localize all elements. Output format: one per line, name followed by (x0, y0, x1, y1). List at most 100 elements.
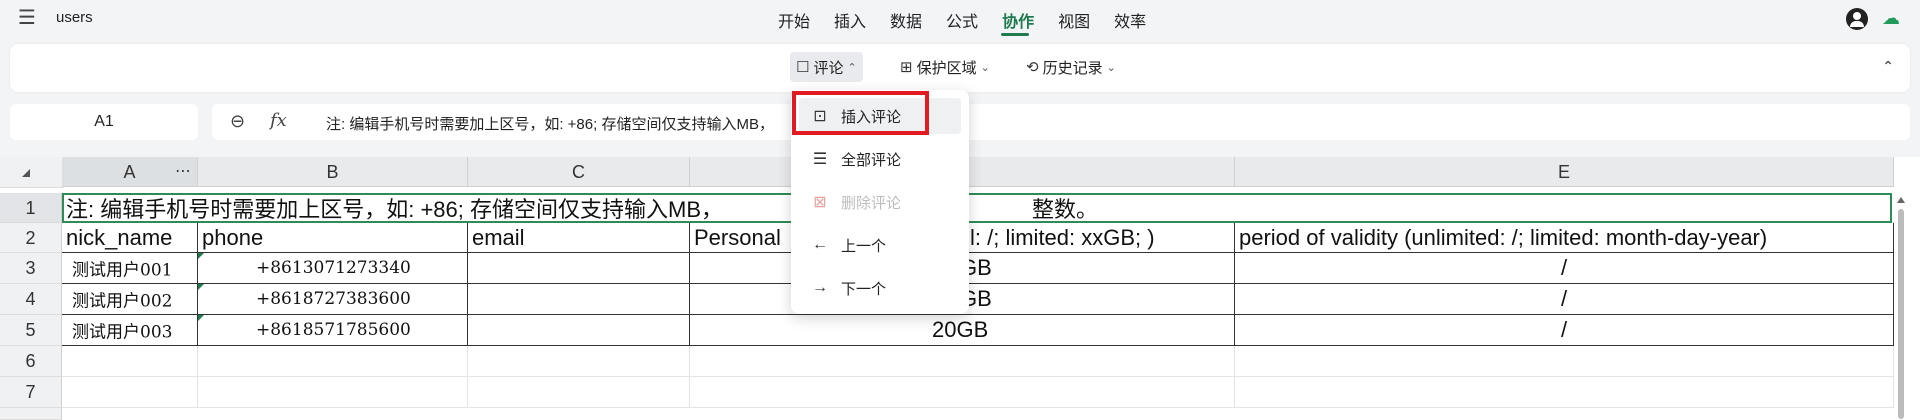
header-cell-email[interactable]: email (468, 223, 690, 253)
cell-validity-1[interactable]: / (1235, 253, 1894, 284)
cell-text: +8618727383600 (256, 289, 411, 309)
chevron-down-icon: ⌄ (1106, 61, 1116, 74)
menu-item-label: 上一个 (841, 237, 887, 255)
cell-text: email (472, 224, 525, 250)
menu-start[interactable]: 开始 (778, 8, 810, 32)
all-comments-icon: ☰ (812, 151, 828, 168)
active-tab-indicator (1001, 33, 1029, 36)
arrow-left-icon: ← (812, 236, 828, 253)
row-header-8[interactable] (0, 408, 62, 420)
menu-insert[interactable]: 插入 (834, 8, 866, 32)
cell-text: / (1560, 317, 1568, 342)
cell-text: 20GB (932, 317, 989, 342)
comment-indicator-icon (198, 315, 204, 321)
row-header-5[interactable]: 5 (0, 315, 62, 346)
history-button[interactable]: ⟲ 历史记录 ⌄ (1020, 52, 1122, 82)
name-box[interactable]: A1 (10, 104, 198, 140)
ribbon-toolbar: ☐ 评论 ⌃ ⊞ 保护区域 ⌄ ⟲ 历史记录 ⌄ ⌃ (10, 44, 1910, 92)
cell-text: +8613071273340 (256, 258, 411, 278)
zoom-icon[interactable]: ⊖ (230, 111, 245, 132)
empty-cell[interactable] (62, 346, 198, 377)
cell-email-3[interactable] (468, 315, 690, 346)
comment-indicator-icon (198, 253, 204, 259)
cloud-sync-icon[interactable]: ☁ (1882, 9, 1902, 27)
empty-cell[interactable] (690, 377, 1235, 408)
cell-nick-2[interactable]: 测试用户002 (62, 284, 198, 315)
empty-cell[interactable] (1235, 377, 1894, 408)
formula-bar[interactable]: ⊖ fx 注: 编辑手机号时需要加上区号，如: +86; 存储空间仅支持输入MB… (212, 104, 1910, 140)
cell-text: 测试用户001 (72, 260, 173, 281)
menu-item-label: 全部评论 (841, 151, 902, 169)
note-text-tail: 整数。 (1032, 196, 1099, 222)
cell-text: 测试用户002 (72, 291, 173, 312)
user-avatar-icon[interactable] (1846, 8, 1868, 30)
delete-comment-icon: ⊠ (813, 194, 827, 211)
cell-validity-3[interactable]: / (1235, 315, 1894, 346)
cell-storage-3[interactable]: 20GB (690, 315, 1235, 346)
row-header-1[interactable]: 1 (0, 193, 62, 223)
comment-button[interactable]: ☐ 评论 ⌃ (790, 52, 863, 82)
row-header-3[interactable]: 3 (0, 253, 62, 284)
cell-text: / (1560, 286, 1568, 311)
menu-efficiency[interactable]: 效率 (1114, 8, 1146, 32)
menu-formula[interactable]: 公式 (946, 8, 978, 32)
column-header-e[interactable]: E (1235, 157, 1894, 187)
note-cell-a1[interactable]: 注: 编辑手机号时需要加上区号，如: +86; 存储空间仅支持输入MB， 整数。 (62, 193, 1894, 223)
column-label: A (123, 162, 136, 182)
fx-icon[interactable]: fx (270, 110, 287, 131)
menu-data[interactable]: 数据 (890, 8, 922, 32)
menu-view[interactable]: 视图 (1058, 8, 1090, 32)
menu-collaborate[interactable]: 协作 (1002, 8, 1034, 32)
row-header-4[interactable]: 4 (0, 284, 62, 315)
cell-text: period of validity (unlimited: /; limite… (1239, 224, 1768, 250)
comment-indicator-icon (198, 284, 204, 290)
row-header-2[interactable]: 2 (0, 223, 62, 253)
empty-cell[interactable] (690, 346, 1235, 377)
cell-nick-3[interactable]: 测试用户003 (62, 315, 198, 346)
header-cell-validity[interactable]: period of validity (unlimited: /; limite… (1235, 223, 1894, 253)
previous-comment-item[interactable]: ← 上一个 (799, 227, 961, 263)
select-all-corner[interactable] (0, 157, 63, 188)
cell-text: +8618571785600 (256, 320, 411, 340)
cell-nick-1[interactable]: 测试用户001 (62, 253, 198, 284)
cell-email-2[interactable] (468, 284, 690, 315)
menu-icon[interactable]: ☰ (18, 8, 36, 28)
empty-cell[interactable] (62, 377, 198, 408)
cell-text: 测试用户003 (72, 322, 173, 343)
column-header-a[interactable]: A ⋯ (62, 157, 198, 187)
protect-label: 保护区域 (916, 59, 977, 77)
cell-text: l: /; limited: xxGB; ) (970, 224, 1155, 250)
more-icon[interactable]: ⋯ (175, 157, 191, 187)
all-comments-item[interactable]: ☰ 全部评论 (799, 141, 961, 177)
empty-cell[interactable] (1235, 346, 1894, 377)
protect-icon: ⊞ (900, 59, 913, 76)
header-cell-nick-name[interactable]: nick_name (62, 223, 198, 253)
cell-validity-2[interactable]: / (1235, 284, 1894, 315)
row-header-7[interactable]: 7 (0, 377, 62, 408)
vertical-scrollbar[interactable] (1898, 209, 1904, 419)
scroll-up-icon[interactable] (1897, 197, 1905, 203)
empty-cell[interactable] (468, 346, 690, 377)
cell-text: Personal (694, 224, 781, 250)
cell-email-1[interactable] (468, 253, 690, 284)
column-header-c[interactable]: C (468, 157, 690, 187)
chevron-down-icon: ⌄ (980, 61, 990, 74)
cell-phone-3[interactable]: +8618571785600 (198, 315, 468, 346)
column-header-b[interactable]: B (198, 157, 468, 187)
cell-phone-2[interactable]: +8618727383600 (198, 284, 468, 315)
row-header-6[interactable]: 6 (0, 346, 62, 377)
chevron-up-icon: ⌃ (847, 61, 857, 74)
main-menu: 开始 插入 数据 公式 协作 视图 效率 (778, 8, 1170, 32)
protect-range-button[interactable]: ⊞ 保护区域 ⌄ (894, 52, 996, 82)
comment-icon: ☐ (796, 59, 810, 76)
formula-input[interactable]: 注: 编辑手机号时需要加上区号，如: +86; 存储空间仅支持输入MB， (326, 113, 774, 134)
empty-cell[interactable] (198, 346, 468, 377)
cell-phone-1[interactable]: +8613071273340 (198, 253, 468, 284)
next-comment-item[interactable]: → 下一个 (799, 270, 961, 306)
header-cell-phone[interactable]: phone (198, 223, 468, 253)
empty-cell[interactable] (468, 377, 690, 408)
empty-cell[interactable] (198, 377, 468, 408)
collapse-ribbon-icon[interactable]: ⌃ (1882, 58, 1894, 75)
delete-comment-item: ⊠ 删除评论 (799, 184, 961, 220)
history-label: 历史记录 (1042, 59, 1103, 77)
